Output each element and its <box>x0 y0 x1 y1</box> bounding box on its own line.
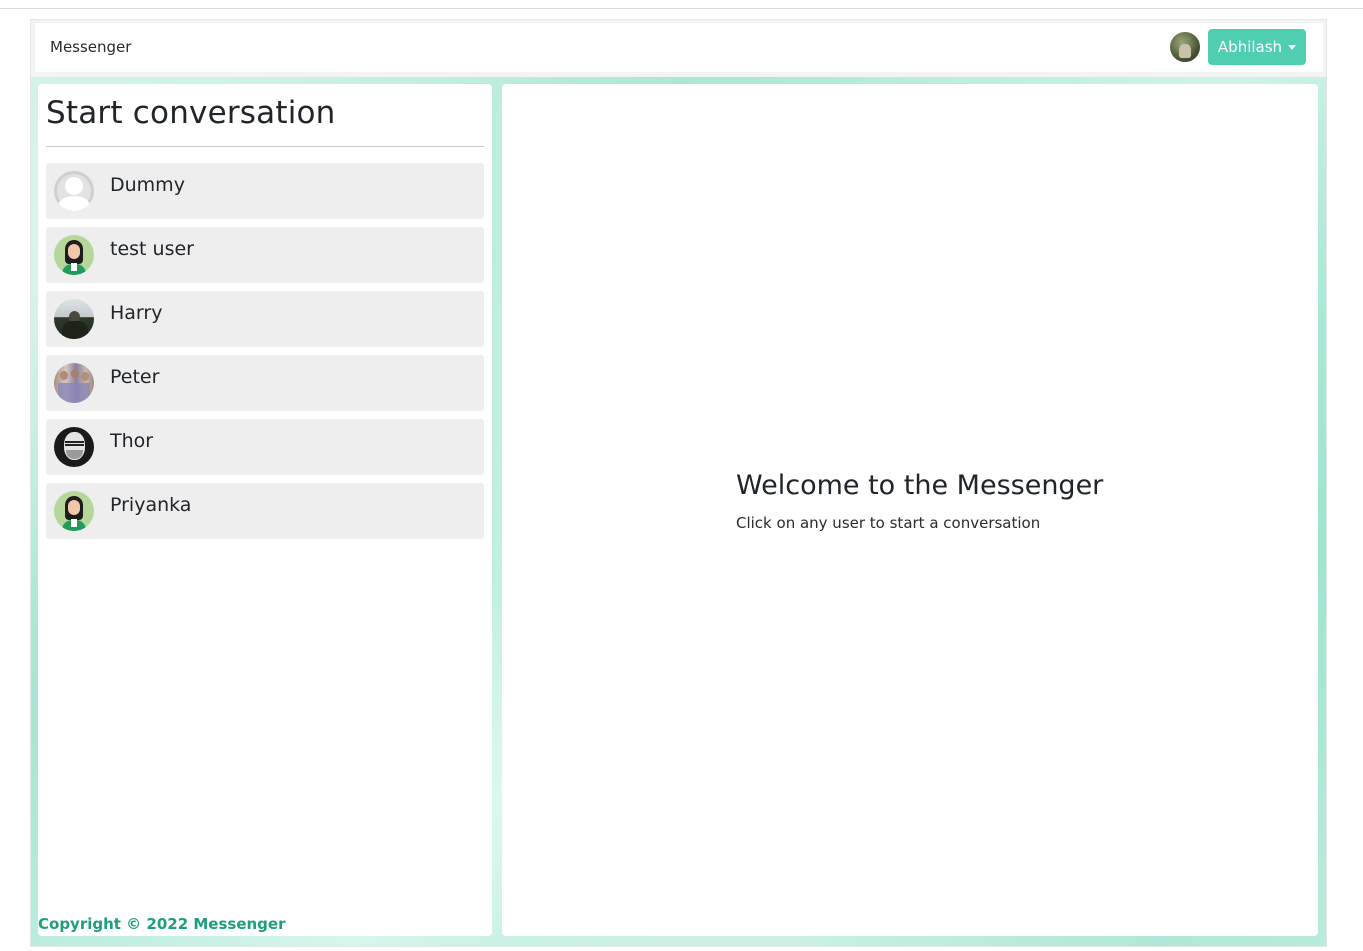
user-name: Dummy <box>110 174 185 196</box>
copyright-footer: Copyright © 2022 Messenger <box>38 915 286 933</box>
user-item-harry[interactable]: Harry <box>46 291 484 347</box>
user-item-dummy[interactable]: Dummy <box>46 163 484 219</box>
user-item-test-user[interactable]: test user <box>46 227 484 283</box>
sidebar-title: Start conversation <box>46 95 336 131</box>
user-menu-dropdown[interactable]: Abhilash <box>1208 29 1306 65</box>
default-avatar-icon <box>54 171 94 211</box>
conversation-panel: Welcome to the Messenger Click on any us… <box>502 84 1318 936</box>
browser-top-divider <box>0 8 1363 9</box>
user-menu-label: Abhilash <box>1217 38 1283 56</box>
welcome-title: Welcome to the Messenger <box>736 470 1104 501</box>
current-user-avatar <box>1170 32 1200 62</box>
welcome-subtitle: Click on any user to start a conversatio… <box>736 514 1041 532</box>
user-item-thor[interactable]: Thor <box>46 419 484 475</box>
user-photo-avatar <box>54 363 94 403</box>
user-item-priyanka[interactable]: Priyanka <box>46 483 484 539</box>
top-navbar: Messenger Abhilash <box>35 23 1323 72</box>
user-item-peter[interactable]: Peter <box>46 355 484 411</box>
conversation-sidebar: Start conversation Dummy test user Harry… <box>38 84 492 936</box>
user-name: Harry <box>110 302 163 324</box>
brand-link[interactable]: Messenger <box>50 38 131 56</box>
female-avatar-icon <box>54 235 94 275</box>
user-name: Priyanka <box>110 494 192 516</box>
user-name: Peter <box>110 366 160 388</box>
sidebar-divider <box>46 146 484 147</box>
user-photo-avatar <box>54 299 94 339</box>
user-photo-avatar <box>54 427 94 467</box>
caret-down-icon <box>1288 45 1297 50</box>
user-list: Dummy test user Harry Peter Thor Priyank… <box>46 163 484 547</box>
user-name: test user <box>110 238 194 260</box>
user-name: Thor <box>110 430 154 452</box>
female-avatar-icon <box>54 491 94 531</box>
